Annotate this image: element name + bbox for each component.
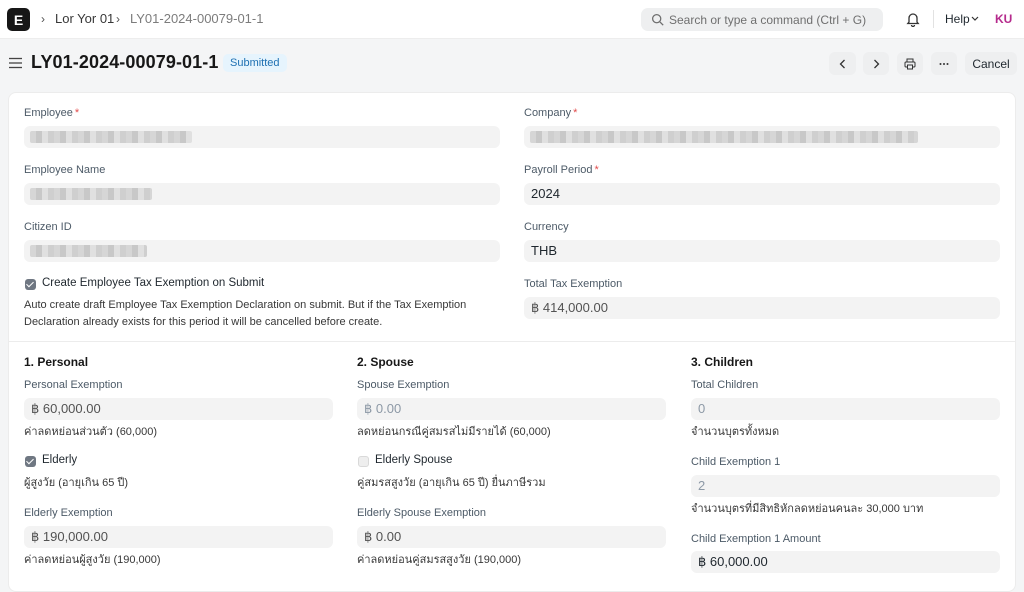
- hamburger-icon[interactable]: [9, 57, 22, 69]
- create-exemption-checkbox[interactable]: [25, 279, 36, 290]
- help-dropdown[interactable]: Help: [945, 12, 970, 26]
- create-exemption-description-line-2: Declaration already exists for this peri…: [24, 316, 383, 328]
- total-tax-exemption-label: Total Tax Exemption: [524, 278, 623, 290]
- elderly-exemption-label: Elderly Exemption: [24, 507, 113, 519]
- chevron-down-icon[interactable]: [971, 16, 979, 22]
- redacted-value: [30, 245, 147, 257]
- breadcrumb-chevron-icon: ›: [116, 12, 120, 26]
- child-exemption-1-field[interactable]: 2: [691, 475, 1000, 497]
- employee-name-label: Employee Name: [24, 164, 106, 176]
- create-exemption-description-line-1: Auto create draft Employee Tax Exemption…: [24, 299, 467, 311]
- total-children-help: จำนวนบุตรทั้งหมด: [691, 426, 780, 438]
- search-input[interactable]: [669, 8, 879, 31]
- total-children-label: Total Children: [691, 379, 759, 391]
- child-exemption-1-help: จำนวนบุตรที่มีสิทธิหักลดหย่อนคนละ 30,000…: [691, 503, 924, 515]
- user-avatar[interactable]: KU: [995, 12, 1012, 26]
- currency-field[interactable]: THB: [524, 240, 1000, 262]
- total-tax-exemption-field[interactable]: ฿ 414,000.00: [524, 297, 1000, 319]
- employee-label: Employee *: [24, 107, 80, 119]
- child-exemption-1-label: Child Exemption 1: [691, 456, 781, 468]
- spouse-exemption-help: ลดหย่อนกรณีคู่สมรสไม่มีรายได้ (60,000): [357, 426, 551, 438]
- spouse-exemption-label: Spouse Exemption: [357, 379, 450, 391]
- elderly-spouse-checkbox[interactable]: [358, 456, 369, 467]
- elderly-spouse-label: Elderly Spouse: [375, 454, 453, 466]
- top-navbar: E › Lor Yor 01 › LY01-2024-00079-01-1 He…: [0, 0, 1024, 39]
- elderly-checkbox[interactable]: [25, 456, 36, 467]
- navbar-divider: [933, 10, 934, 28]
- section-children-title: 3. Children: [691, 355, 754, 369]
- citizen-id-label: Citizen ID: [24, 221, 72, 233]
- awesomebar[interactable]: [641, 8, 883, 31]
- redacted-value: [30, 131, 192, 143]
- company-field[interactable]: [524, 126, 1000, 148]
- ellipsis-icon: [939, 62, 949, 65]
- app-logo-icon[interactable]: E: [7, 8, 30, 31]
- currency-label: Currency: [524, 221, 569, 233]
- personal-exemption-help: ค่าลดหย่อนส่วนตัว (60,000): [24, 426, 157, 438]
- elderly-label: Elderly: [42, 454, 78, 466]
- elderly-exemption-field[interactable]: ฿ 190,000.00: [24, 526, 333, 548]
- elderly-spouse-exemption-label: Elderly Spouse Exemption: [357, 507, 487, 519]
- more-actions-button[interactable]: [931, 52, 957, 75]
- search-icon: [651, 13, 664, 26]
- section-personal-title: 1. Personal: [24, 355, 89, 369]
- page-title: LY01-2024-00079-01-1: [31, 52, 219, 72]
- elderly-help: ผู้สูงวัย (อายุเกิน 65 ปี): [24, 477, 129, 489]
- company-label: Company *: [524, 107, 578, 119]
- spouse-exemption-field[interactable]: ฿ 0.00: [357, 398, 666, 420]
- citizen-id-field[interactable]: [24, 240, 500, 262]
- page-head: LY01-2024-00079-01-1 Submitted Cancel: [0, 39, 1024, 91]
- cancel-button[interactable]: Cancel: [965, 52, 1017, 75]
- redacted-value: [30, 188, 152, 200]
- breadcrumb-doctype[interactable]: Lor Yor 01: [55, 11, 114, 26]
- previous-document-button[interactable]: [829, 52, 856, 75]
- chevron-right-icon: [874, 59, 880, 68]
- elderly-exemption-help: ค่าลดหย่อนผู้สูงวัย (190,000): [24, 554, 161, 566]
- elderly-spouse-exemption-help: ค่าลดหย่อนคู่สมรสสูงวัย (190,000): [357, 554, 522, 566]
- printer-icon: [904, 58, 916, 69]
- print-button[interactable]: [897, 52, 923, 75]
- employee-name-field[interactable]: [24, 183, 500, 205]
- status-badge: Submitted: [223, 54, 287, 72]
- payroll-period-label: Payroll Period *: [524, 164, 599, 176]
- breadcrumb-current[interactable]: LY01-2024-00079-01-1: [130, 11, 263, 26]
- child-exemption-1-amount-field[interactable]: ฿ 60,000.00: [691, 551, 1000, 573]
- personal-exemption-label: Personal Exemption: [24, 379, 123, 391]
- redacted-value: [530, 131, 918, 143]
- next-document-button[interactable]: [863, 52, 889, 75]
- form-card: Employee * Employee Name Citizen ID Creat…: [8, 92, 1016, 592]
- child-exemption-1-amount-label: Child Exemption 1 Amount: [691, 533, 821, 545]
- section-spouse-title: 2. Spouse: [357, 355, 414, 369]
- total-children-field[interactable]: 0: [691, 398, 1000, 420]
- breadcrumb-chevron-icon: ›: [41, 12, 45, 26]
- payroll-period-field[interactable]: 2024: [524, 183, 1000, 205]
- elderly-spouse-help: คู่สมรสสูงวัย (อายุเกิน 65 ปี) ยื่นภาษีร…: [357, 477, 546, 489]
- elderly-spouse-exemption-field[interactable]: ฿ 0.00: [357, 526, 666, 548]
- employee-field[interactable]: [24, 126, 500, 148]
- bell-icon[interactable]: [905, 11, 921, 27]
- personal-exemption-field[interactable]: ฿ 60,000.00: [24, 398, 333, 420]
- section-divider: [9, 341, 1015, 342]
- chevron-left-icon: [839, 59, 845, 68]
- create-exemption-label: Create Employee Tax Exemption on Submit: [42, 277, 265, 289]
